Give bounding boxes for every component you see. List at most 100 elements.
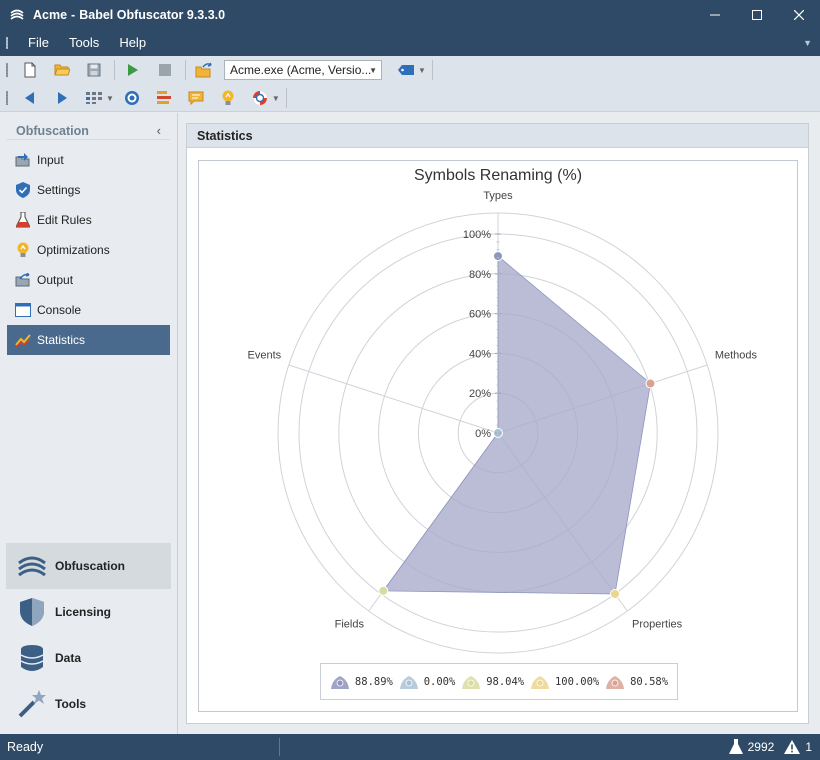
sidebar-item-settings[interactable]: Settings <box>7 175 170 205</box>
minimize-button[interactable] <box>694 0 736 30</box>
warning-icon <box>784 740 801 754</box>
back-button[interactable] <box>18 87 42 109</box>
legend-label: 0.00% <box>423 675 456 688</box>
shield-check-icon <box>15 182 31 198</box>
sidebar-header: Obfuscation <box>16 124 89 138</box>
help-button[interactable] <box>248 87 272 109</box>
radar-data-point <box>609 588 620 599</box>
open-output-button[interactable] <box>192 59 216 81</box>
tag-button[interactable] <box>394 59 418 81</box>
sidebar-item-console[interactable]: Console <box>7 295 170 325</box>
help-dropdown-arrow-icon[interactable]: ▼ <box>272 94 280 103</box>
arrow-left-icon <box>25 92 34 104</box>
legend-swatch-icon <box>462 675 481 689</box>
assembly-select-value: Acme.exe (Acme, Versio... <box>230 63 372 77</box>
open-project-button[interactable] <box>50 59 74 81</box>
nav-panel-label: Licensing <box>55 605 112 619</box>
warning-count-indicator[interactable]: 1 <box>784 740 812 754</box>
nav-panel-tools[interactable]: Tools <box>6 681 171 727</box>
radar-series-area <box>382 255 651 595</box>
radial-tick-label: 80% <box>469 269 491 281</box>
legend-label: 98.04% <box>486 675 525 688</box>
radar-category-label: Methods <box>715 350 758 362</box>
collapse-chevron-icon[interactable]: ‹ <box>157 123 161 138</box>
sidebar: Obfuscation ‹ Input Settings Edit Rules … <box>0 113 178 734</box>
run-button[interactable] <box>121 59 145 81</box>
tag-dropdown-arrow-icon[interactable]: ▼ <box>418 66 426 75</box>
grid-view-icon <box>86 92 102 104</box>
new-project-button[interactable] <box>18 59 42 81</box>
panel-title: Statistics <box>187 124 808 148</box>
radar-data-point <box>378 585 389 596</box>
sidebar-item-statistics[interactable]: Statistics <box>7 325 170 355</box>
stop-icon <box>159 64 171 76</box>
nav-panel-obfuscation[interactable]: Obfuscation <box>6 543 171 589</box>
radial-tick-label: 60% <box>469 309 491 321</box>
menu-overflow-icon[interactable]: ▼ <box>803 38 812 48</box>
target-button[interactable] <box>120 87 144 109</box>
console-icon <box>15 302 31 318</box>
radar-data-point <box>493 251 503 262</box>
save-project-button[interactable] <box>82 59 106 81</box>
toolbar-main: Acme.exe (Acme, Versio... ▼ ▼ <box>0 56 439 84</box>
radar-category-label: Events <box>248 350 282 362</box>
legend-swatch-icon <box>606 675 625 689</box>
radar-chart: 0% 20% 40% 60% 80% 100% Types Methods Properties… <box>248 190 758 654</box>
sidebar-item-output[interactable]: Output <box>7 265 170 295</box>
warning-count: 1 <box>805 740 812 754</box>
toolbar-grip[interactable] <box>6 63 8 77</box>
assembly-select[interactable]: Acme.exe (Acme, Versio... ▼ <box>224 60 382 80</box>
licensing-shield-icon <box>16 596 48 628</box>
radar-category-label: Fields <box>335 618 365 630</box>
legend-swatch-icon <box>330 675 349 689</box>
window-title-app: Acme <box>33 8 68 22</box>
nav-panel-label: Obfuscation <box>55 559 126 573</box>
view-layout-button[interactable] <box>82 87 106 109</box>
radial-tick-label: 40% <box>469 348 491 360</box>
legend-swatch-icon <box>399 675 418 689</box>
toolbar-grip[interactable] <box>6 91 8 105</box>
sidebar-item-label: Input <box>37 153 64 167</box>
database-icon <box>16 642 48 674</box>
save-icon <box>87 63 101 77</box>
new-file-icon <box>24 62 36 78</box>
view-dropdown-arrow-icon[interactable]: ▼ <box>106 94 114 103</box>
toolbar-separator <box>185 60 186 80</box>
comments-button[interactable] <box>184 87 208 109</box>
sidebar-item-input[interactable]: Input <box>7 145 170 175</box>
legend-label: 88.89% <box>354 675 393 688</box>
window-title-product: Babel Obfuscator 9.3.3.0 <box>79 8 226 22</box>
sidebar-item-label: Settings <box>37 183 81 197</box>
chevron-down-icon: ▼ <box>369 66 377 75</box>
arrow-right-icon <box>58 92 67 104</box>
members-button[interactable] <box>152 87 176 109</box>
menu-tools[interactable]: Tools <box>59 30 109 56</box>
menu-file[interactable]: File <box>18 30 59 56</box>
wand-icon <box>16 688 48 720</box>
sidebar-item-label: Optimizations <box>37 243 110 257</box>
play-icon <box>128 64 138 76</box>
title-bar: Acme - Babel Obfuscator 9.3.3.0 <box>0 0 820 30</box>
menu-grip[interactable] <box>6 37 8 49</box>
stop-button[interactable] <box>153 59 177 81</box>
comment-icon <box>188 91 204 105</box>
radar-category-label: Properties <box>632 618 683 630</box>
maximize-button[interactable] <box>736 0 778 30</box>
nav-panel-data[interactable]: Data <box>6 635 171 681</box>
sidebar-item-edit-rules[interactable]: Edit Rules <box>7 205 170 235</box>
members-list-icon <box>156 91 171 104</box>
legend-item: 100.00% <box>530 674 599 690</box>
menu-help[interactable]: Help <box>109 30 156 56</box>
test-count: 2992 <box>747 740 775 754</box>
optimize-button[interactable] <box>216 87 240 109</box>
toolbar-separator <box>114 60 115 80</box>
legend-item: 98.04% <box>461 674 524 690</box>
sidebar-item-label: Edit Rules <box>37 213 92 227</box>
status-separator <box>279 738 280 756</box>
sidebar-item-label: Statistics <box>37 333 86 347</box>
forward-button[interactable] <box>50 87 74 109</box>
close-button[interactable] <box>778 0 820 30</box>
test-count-indicator[interactable]: 2992 <box>728 739 775 755</box>
sidebar-item-optimizations[interactable]: Optimizations <box>7 235 170 265</box>
nav-panel-licensing[interactable]: Licensing <box>6 589 171 635</box>
